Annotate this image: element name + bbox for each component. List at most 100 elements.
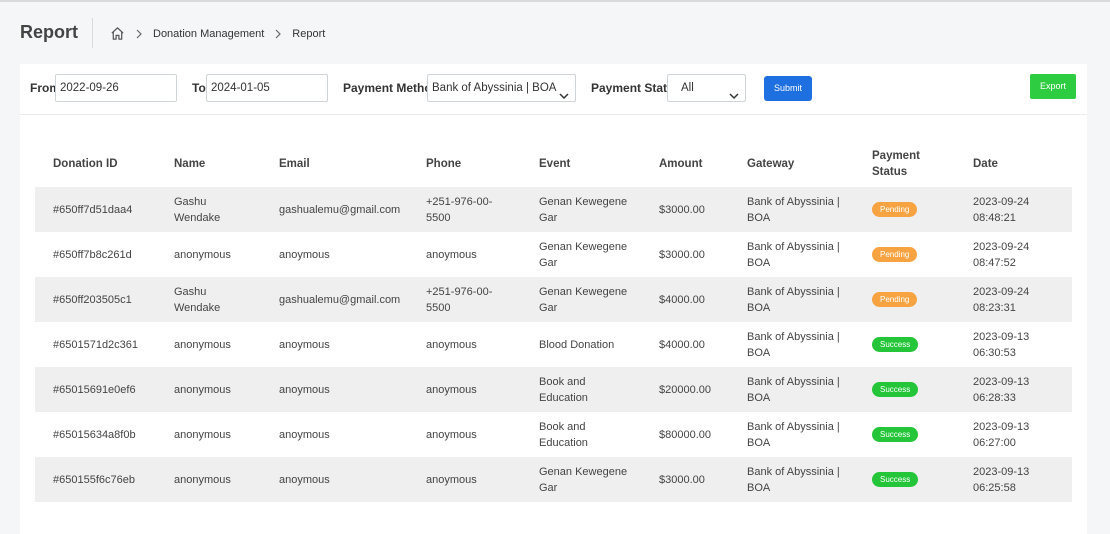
cell-date-text: 2023-09-13 06:28:33	[973, 375, 1030, 404]
submit-button[interactable]: Submit	[764, 76, 812, 101]
cell-event-text: Book and Education	[539, 375, 588, 404]
cell-event-text: Genan Kewegene Gar	[539, 465, 628, 494]
column-header-event: Event	[539, 158, 571, 170]
cell-email: gashualemu@gmail.com	[279, 277, 419, 322]
header-divider	[92, 18, 93, 48]
payment-method-label: Payment Method	[343, 81, 440, 95]
chevron-down-icon	[559, 84, 569, 100]
table-row: #650ff203505c1 Gashu Wendake gashualemu@gm…	[35, 277, 1072, 322]
column-header-email: Email	[279, 158, 310, 170]
cell-amount-text: $20000.00	[659, 383, 711, 396]
cell-name-text: Gashu Wendake	[174, 195, 221, 224]
table-row: #650ff7d51daa4 Gashu Wendake gashualemu@gm…	[35, 187, 1072, 232]
cell-gateway-text: Bank of Abyssinia | BOA	[747, 465, 840, 494]
cell-name: Gashu Wendake	[174, 277, 244, 322]
column-header-amount: Amount	[659, 158, 703, 170]
cell-id: #65015691e0ef6	[53, 367, 163, 412]
column-header-payment-status: Payment Status	[872, 150, 920, 178]
chevron-right-icon	[135, 29, 143, 39]
payment-status-select[interactable]: All	[667, 74, 746, 102]
cell-name-text: anonymous	[174, 383, 231, 396]
cell-id-text: #650ff7b8c261d	[53, 248, 132, 261]
cell-gateway: Bank of Abyssinia | BOA	[747, 367, 847, 412]
status-badge: Success	[872, 427, 919, 442]
cell-date: 2023-09-24 08:23:31	[973, 277, 1043, 322]
cell-gateway-text: Bank of Abyssinia | BOA	[747, 420, 840, 449]
cell-id: #650155f6c76eb	[53, 457, 163, 502]
table-header: Donation ID Name Email Phone Event Amoun…	[35, 142, 1072, 186]
cell-date-text: 2023-09-24 08:23:31	[973, 285, 1030, 314]
payment-method-value: Bank of Abyssinia | BOA	[432, 82, 557, 94]
cell-amount: $3000.00	[659, 232, 739, 277]
from-date-input[interactable]: 2022-09-26	[55, 74, 177, 102]
cell-phone-text: anoymous	[426, 338, 477, 351]
export-button[interactable]: Export	[1030, 74, 1076, 99]
table-row: #6501571d2c361 anonymous anoymous anoymous B…	[35, 322, 1072, 367]
cell-gateway-text: Bank of Abyssinia | BOA	[747, 375, 840, 404]
breadcrumb-item-donation-management[interactable]: Donation Management	[153, 28, 264, 40]
table-row: #650155f6c76eb anonymous anoymous anoymous G…	[35, 457, 1072, 502]
cell-event-text: Book and Education	[539, 420, 588, 449]
to-date-input[interactable]: 2024-01-05	[206, 74, 328, 102]
column-header-name: Name	[174, 158, 206, 170]
column-header-gateway: Gateway	[747, 158, 795, 170]
cell-event-text: Blood Donation	[539, 338, 615, 351]
home-icon[interactable]	[110, 26, 125, 41]
cell-event: Genan Kewegene Gar	[539, 187, 634, 232]
cell-amount-text: $3000.00	[659, 248, 705, 261]
cell-amount-text: $3000.00	[659, 473, 705, 486]
cell-id: #650ff203505c1	[53, 277, 163, 322]
cell-amount: $3000.00	[659, 457, 739, 502]
cell-phone: +251-976-00-5500	[426, 277, 506, 322]
table-row: #65015691e0ef6 anonymous anoymous anoymous B…	[35, 367, 1072, 412]
cell-date: 2023-09-13 06:27:00	[973, 412, 1043, 457]
status-badge: Success	[872, 382, 919, 397]
column-header-donation-id: Donation ID	[53, 158, 118, 170]
cell-id-text: #650ff203505c1	[53, 293, 132, 306]
chevron-right-icon	[274, 29, 282, 39]
cell-email-text: anoymous	[279, 248, 330, 261]
cell-status: Success	[872, 367, 942, 412]
cell-name: anonymous	[174, 232, 244, 277]
cell-gateway: Bank of Abyssinia | BOA	[747, 457, 847, 502]
cell-email-text: gashualemu@gmail.com	[279, 203, 401, 216]
cell-amount: $4000.00	[659, 322, 739, 367]
cell-event-text: Genan Kewegene Gar	[539, 195, 628, 224]
breadcrumb-item-report: Report	[292, 27, 326, 40]
cell-status: Pending	[872, 232, 942, 277]
cell-status: Success	[872, 457, 942, 502]
cell-date-text: 2023-09-24 08:48:21	[973, 195, 1030, 224]
cell-name: Gashu Wendake	[174, 187, 244, 232]
cell-email-text: anoymous	[279, 428, 330, 441]
cell-date: 2023-09-24 08:47:52	[973, 232, 1043, 277]
cell-phone-text: anoymous	[426, 473, 477, 486]
page-header: Report Donation Management Report	[0, 2, 1110, 64]
cell-date-text: 2023-09-13 06:25:58	[973, 465, 1030, 494]
cell-phone-text: +251-976-00-5500	[426, 285, 493, 314]
cell-gateway-text: Bank of Abyssinia | BOA	[747, 240, 840, 269]
table-body: #650ff7d51daa4 Gashu Wendake gashualemu@gm…	[35, 187, 1072, 502]
cell-email-text: gashualemu@gmail.com	[279, 293, 401, 306]
status-badge: Pending	[872, 292, 918, 307]
cell-id-text: #6501571d2c361	[53, 338, 139, 351]
cell-event-text: Genan Kewegene Gar	[539, 285, 628, 314]
cell-amount: $3000.00	[659, 187, 739, 232]
status-badge: Pending	[872, 202, 918, 217]
cell-email: anoymous	[279, 457, 419, 502]
cell-event: Genan Kewegene Gar	[539, 457, 634, 502]
cell-event: Genan Kewegene Gar	[539, 277, 634, 322]
cell-name-text: anonymous	[174, 428, 231, 441]
cell-amount: $4000.00	[659, 277, 739, 322]
cell-event: Blood Donation	[539, 322, 634, 367]
cell-phone-text: anoymous	[426, 248, 477, 261]
cell-date: 2023-09-13 06:28:33	[973, 367, 1043, 412]
cell-name-text: Gashu Wendake	[174, 285, 221, 314]
payment-method-select[interactable]: Bank of Abyssinia | BOA	[427, 74, 576, 102]
cell-amount-text: $4000.00	[659, 293, 705, 306]
cell-name: anonymous	[174, 457, 244, 502]
cell-date: 2023-09-13 06:25:58	[973, 457, 1043, 502]
cell-date-text: 2023-09-13 06:30:53	[973, 330, 1030, 359]
cell-date-text: 2023-09-24 08:47:52	[973, 240, 1030, 269]
breadcrumb: Donation Management Report	[110, 26, 325, 41]
cell-id-text: #650155f6c76eb	[53, 473, 135, 486]
